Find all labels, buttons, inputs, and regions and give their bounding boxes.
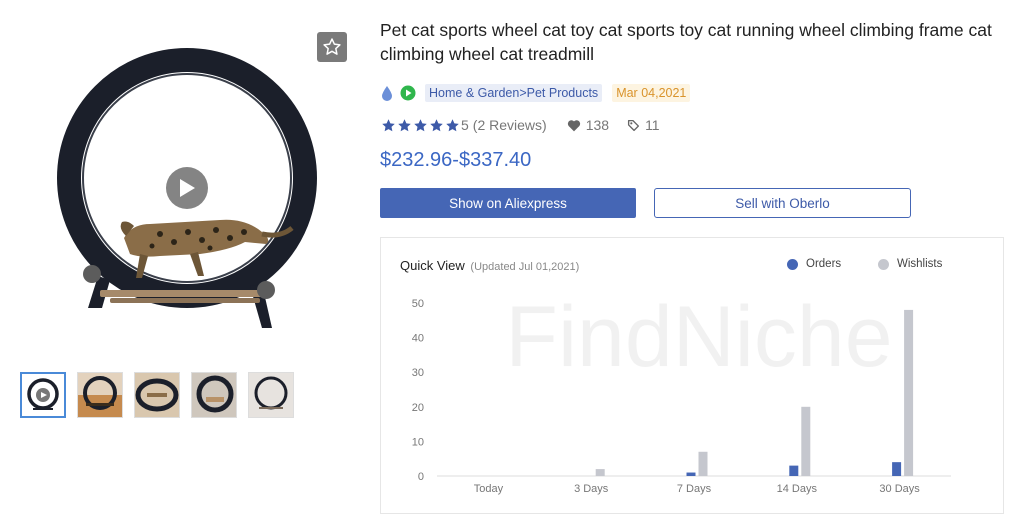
watermark-text: FindNiche	[505, 289, 892, 385]
thumbnail-image	[249, 373, 293, 417]
star-icon	[430, 118, 443, 131]
x-tick-label: 14 Days	[777, 483, 818, 495]
y-tick-label: 10	[412, 436, 424, 448]
thumbnail-1[interactable]	[20, 372, 66, 418]
bar-orders-14-days	[789, 465, 799, 476]
bar-orders-7-days	[686, 472, 696, 476]
quick-view-chart: FindNiche 0 10 20 30 40 50 Today 3 Days 7 Days 14…	[412, 289, 951, 495]
star-icon	[382, 118, 395, 131]
product-title: Pet cat sports wheel cat toy cat sports …	[380, 20, 992, 64]
star-icon	[323, 38, 341, 55]
thumbnail-5[interactable]	[248, 372, 294, 418]
y-tick-label: 30	[412, 367, 424, 379]
bar-wishlists-3-days	[595, 469, 605, 476]
tags-value: 11	[645, 117, 660, 133]
rating-row: 5 (2 Reviews) 138 11	[381, 116, 660, 134]
x-tick-label: 30 Days	[879, 483, 920, 495]
show-on-aliexpress-button[interactable]: Show on Aliexpress	[380, 188, 636, 218]
thumbnail-image	[192, 373, 236, 417]
heart-icon	[567, 119, 580, 131]
favorite-button[interactable]	[317, 32, 347, 62]
reviews-link[interactable]: (2 Reviews)	[473, 117, 547, 133]
y-tick-label: 20	[412, 402, 424, 414]
tag-icon	[628, 119, 640, 131]
product-main-image[interactable]	[40, 28, 340, 338]
rating-stars	[381, 118, 460, 133]
date-badge: Mar 04,2021	[612, 84, 691, 102]
bar-wishlists-7-days	[698, 451, 708, 476]
thumbnail-image	[78, 373, 122, 417]
price-range: $232.96-$337.40	[380, 149, 532, 171]
rating-value: 5	[461, 117, 469, 133]
x-tick-label: 3 Days	[574, 483, 609, 495]
tags-count: 11	[627, 117, 660, 133]
product-card: Pet cat sports wheel cat toy cat sports …	[0, 0, 1024, 524]
thumbnail-image	[27, 378, 59, 410]
bar-orders-30-days	[892, 462, 902, 476]
play-icon	[180, 179, 195, 197]
thumbnail-4[interactable]	[191, 372, 237, 418]
x-tick-label: 7 Days	[677, 483, 712, 495]
bar-wishlists-30-days	[904, 309, 914, 476]
star-icon	[414, 118, 427, 131]
video-play-button[interactable]	[166, 167, 208, 209]
product-meta: Home & Garden>Pet Products Mar 04,2021	[380, 83, 691, 103]
category-badge[interactable]: Home & Garden>Pet Products	[425, 84, 603, 102]
sell-with-oberlo-button[interactable]: Sell with Oberlo	[654, 188, 911, 218]
y-tick-label: 40	[412, 333, 424, 345]
y-tick-label: 50	[412, 298, 424, 310]
thumbnail-2[interactable]	[77, 372, 123, 418]
quick-view-panel: Quick View (Updated Jul 01,2021) Orders …	[380, 237, 1004, 514]
star-icon	[446, 118, 459, 131]
likes-count: 138	[567, 117, 609, 133]
x-tick-label: Today	[474, 483, 504, 495]
thumbnail-image	[135, 373, 179, 417]
likes-value: 138	[585, 117, 610, 133]
y-tick-label: 0	[418, 471, 424, 483]
thumbnail-3[interactable]	[134, 372, 180, 418]
bar-wishlists-14-days	[801, 406, 811, 476]
thumbnail-strip	[20, 372, 294, 418]
star-icon	[398, 118, 411, 131]
drop-icon	[382, 85, 392, 101]
play-circle-icon[interactable]	[400, 85, 416, 101]
